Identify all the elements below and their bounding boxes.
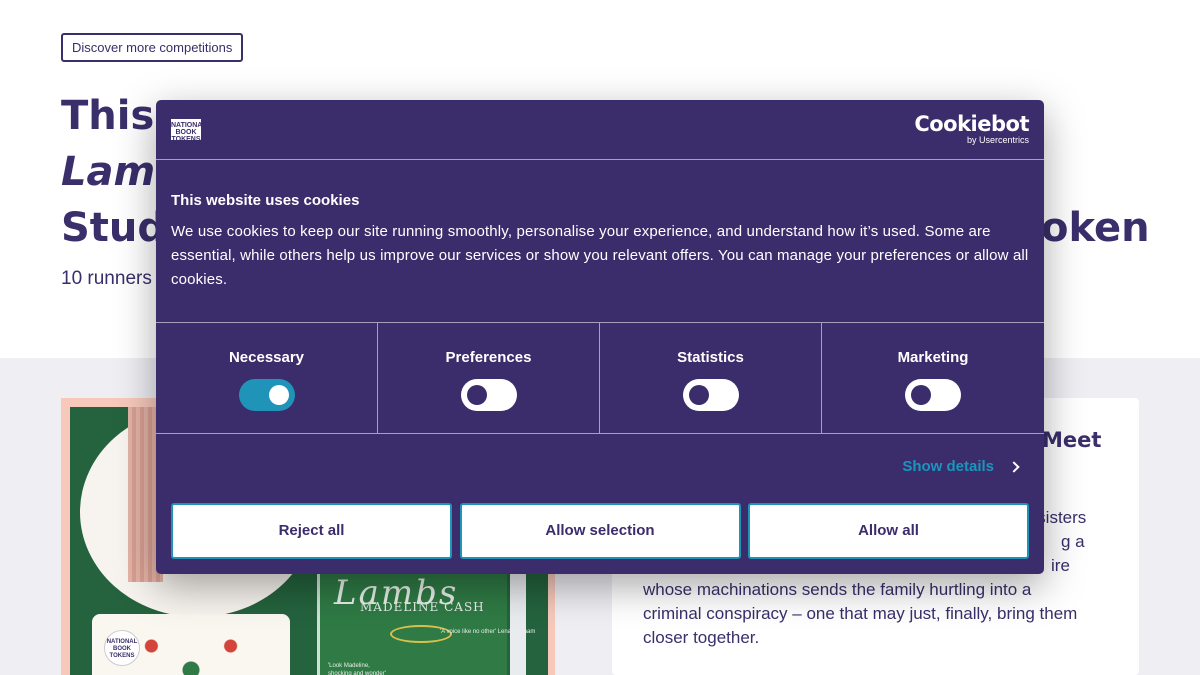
category-preferences: Preferences [378,323,600,433]
category-label: Preferences [445,349,532,366]
card-text-line: whose machinations sends the family hurt… [643,580,1032,599]
book-cover-author: MADELINE CASH [360,600,485,614]
category-label: Necessary [228,349,305,366]
statistics-toggle[interactable] [682,379,739,411]
cookie-consent-dialog: NATIONAL BOOK TOKENS Cookiebot by Userce… [156,100,1044,574]
allow-selection-button[interactable]: Allow selection [459,503,741,559]
toggle-knob [688,385,709,405]
show-details-label: Show details [902,458,994,475]
book-cover-quote-2: 'Look Madeline, shocking and wonder' [328,663,386,675]
category-necessary: Necessary [156,323,378,433]
chevron-right-icon [1008,460,1020,473]
cookie-categories: Necessary Preferences Statistics Marketi… [156,322,1044,434]
toggle-knob [466,385,487,405]
category-label: Statistics [677,349,744,366]
title-line-2: Lam [61,149,156,195]
preferences-toggle[interactable] [460,379,517,411]
book-tokens-logo: NATIONAL BOOK TOKENS [104,630,140,666]
dialog-header: NATIONAL BOOK TOKENS Cookiebot by Userce… [156,100,1044,160]
card-text-fragment: g a [1061,532,1085,551]
card-text-line: criminal conspiracy – one that may just,… [643,604,1078,623]
gift-card-artwork: NATIONAL BOOK TOKENS [92,614,290,675]
reject-all-button[interactable]: Reject all [171,503,452,559]
card-text-line: closer together. [643,628,760,647]
cookiebot-byline: by Usercentrics [966,135,1029,145]
page-subtitle: 10 runners [61,268,152,289]
card-heading: Meet [1042,428,1102,452]
toggle-knob [911,385,931,405]
discover-competitions-button[interactable]: Discover more competitions [61,33,244,62]
title-line-3-right: oken [1041,205,1150,251]
show-details-link[interactable]: Show details [902,458,1020,475]
dialog-description: We use cookies to keep our site running … [171,223,1029,288]
necessary-toggle[interactable] [238,379,295,411]
cookiebot-logo: Cookiebot by Usercentrics [914,113,1029,145]
title-line-3-left: Stud [61,205,167,251]
allow-all-button[interactable]: Allow all [748,503,1029,559]
category-label: Marketing [897,349,969,366]
dialog-actions: Reject all Allow selection Allow all [171,503,1029,559]
book-cover: Lambs MADELINE CASH 'A voice like no oth… [317,567,535,675]
category-statistics: Statistics [600,323,822,433]
dialog-title: This website uses cookies [171,192,360,209]
card-text-fragment: ire [1051,556,1070,575]
category-marketing: Marketing [822,323,1044,433]
book-spine [510,567,526,675]
title-line-1: This [61,93,155,139]
national-book-tokens-logo: NATIONAL BOOK TOKENS [171,119,207,143]
cookiebot-brand: Cookiebot [914,112,1029,136]
marketing-toggle[interactable] [905,379,961,411]
toggle-knob [268,385,289,405]
